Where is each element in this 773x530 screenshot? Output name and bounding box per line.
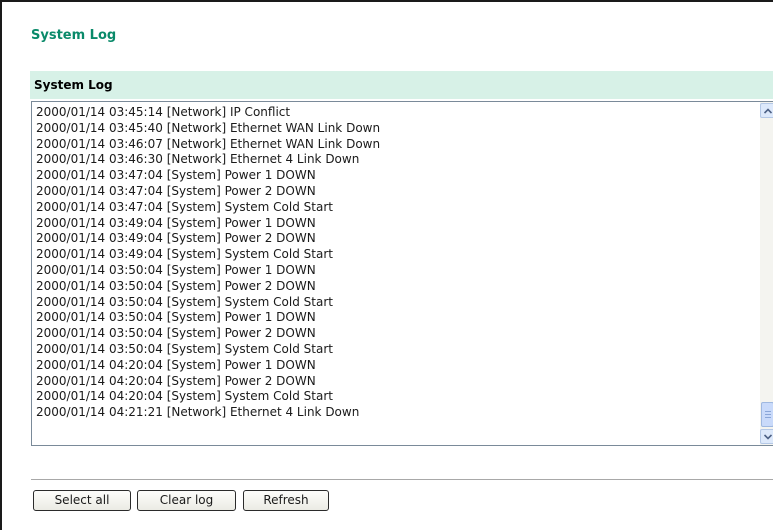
log-entry: 2000/01/14 04:21:21 [Network] Ethernet 4… <box>36 405 360 420</box>
grip-line <box>765 411 771 412</box>
chevron-up-icon <box>764 108 772 114</box>
clear-log-button[interactable]: Clear log <box>137 490 236 511</box>
log-entry: 2000/01/14 03:49:04 [System] Power 1 DOW… <box>36 215 316 230</box>
system-log-textarea[interactable]: 2000/01/14 03:45:14 [Network] IP Conflic… <box>31 101 773 446</box>
section-header-label: System Log <box>34 78 113 92</box>
log-lines: 2000/01/14 03:45:14 [Network] IP Conflic… <box>36 105 380 421</box>
grip-line <box>765 414 771 415</box>
log-entry: 2000/01/14 03:46:30 [Network] Ethernet 4… <box>36 152 360 167</box>
log-entry: 2000/01/14 03:50:04 [System] Power 2 DOW… <box>36 326 316 341</box>
scroll-thumb[interactable] <box>761 402 773 427</box>
app-frame: System Log System Log 2000/01/14 03:45:1… <box>0 0 773 530</box>
log-entry: 2000/01/14 03:50:04 [System] Power 1 DOW… <box>36 310 316 325</box>
section-header: System Log <box>30 71 773 99</box>
log-entry: 2000/01/14 03:47:04 [System] System Cold… <box>36 199 333 214</box>
log-scrollbar[interactable] <box>760 102 773 445</box>
chevron-down-icon <box>764 434 772 440</box>
log-entry: 2000/01/14 03:50:04 [System] Power 1 DOW… <box>36 262 316 277</box>
log-entry: 2000/01/14 03:45:14 [Network] IP Conflic… <box>36 105 291 119</box>
log-entry: 2000/01/14 03:45:40 [Network] Ethernet W… <box>36 120 381 135</box>
page-title: System Log <box>31 28 117 43</box>
grip-line <box>765 417 771 418</box>
log-entry: 2000/01/14 03:46:07 [Network] Ethernet W… <box>36 136 381 151</box>
log-entry: 2000/01/14 04:20:04 [System] Power 2 DOW… <box>36 373 316 388</box>
log-entry: 2000/01/14 03:47:04 [System] Power 1 DOW… <box>36 168 316 183</box>
log-entry: 2000/01/14 04:20:04 [System] Power 1 DOW… <box>36 357 316 372</box>
log-entry: 2000/01/14 03:47:04 [System] Power 2 DOW… <box>36 183 316 198</box>
log-entry: 2000/01/14 04:20:04 [System] System Cold… <box>36 389 333 404</box>
log-entry: 2000/01/14 03:50:04 [System] System Cold… <box>36 294 333 309</box>
log-entry: 2000/01/14 03:50:04 [System] System Cold… <box>36 341 333 356</box>
log-entry: 2000/01/14 03:49:04 [System] Power 2 DOW… <box>36 231 316 246</box>
select-all-button[interactable]: Select all <box>33 490 131 511</box>
log-entry: 2000/01/14 03:50:04 [System] Power 2 DOW… <box>36 278 316 293</box>
scroll-down-button[interactable] <box>760 429 773 444</box>
scroll-up-button[interactable] <box>760 103 773 118</box>
divider <box>31 479 773 480</box>
log-entry: 2000/01/14 03:49:04 [System] System Cold… <box>36 247 333 262</box>
refresh-button[interactable]: Refresh <box>243 490 329 511</box>
